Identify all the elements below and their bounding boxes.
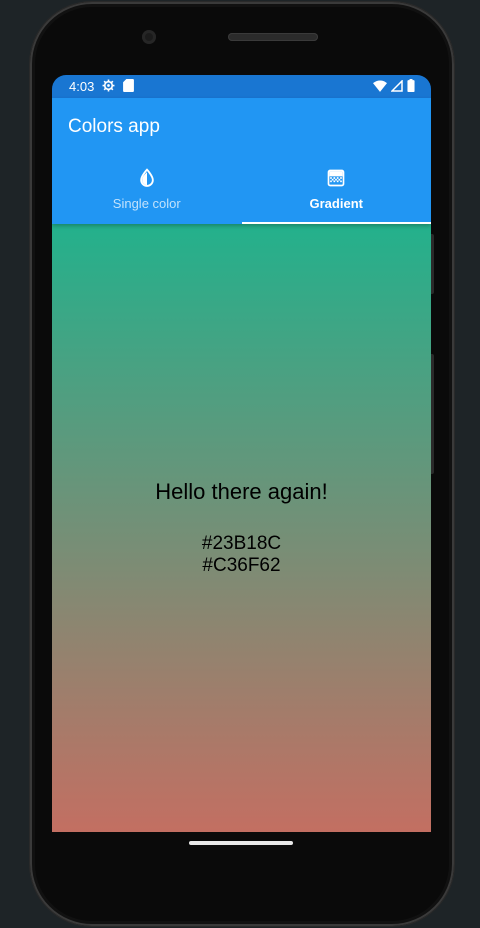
tab-gradient-label: Gradient	[309, 195, 363, 211]
water-drop-icon	[139, 167, 154, 187]
start-color-hex: #23B18C	[201, 533, 282, 554]
end-color-hex: #C36F62	[202, 555, 281, 576]
app-title: Colors app	[68, 116, 160, 137]
tab-bar: Single color Gradient	[52, 154, 431, 224]
front-camera	[142, 30, 156, 44]
settings-icon	[102, 79, 115, 92]
signal-icon	[391, 79, 403, 92]
status-time: 4:03	[69, 79, 95, 94]
gradient-panel: Hello there again! #23B18C #C36F62	[52, 224, 431, 832]
phone-screen: 4:03 Colors app Single color Gradient He…	[52, 75, 431, 832]
wifi-icon	[373, 79, 387, 92]
status-bar: 4:03	[52, 75, 431, 98]
earpiece-speaker	[228, 33, 318, 41]
battery-icon	[407, 79, 415, 92]
gradient-icon	[327, 169, 345, 186]
tab-single-color-label: Single color	[112, 195, 181, 211]
app-bar: Colors app Single color Gradient	[52, 98, 431, 224]
tab-gradient[interactable]: Gradient	[241, 154, 431, 224]
tab-indicator	[241, 222, 431, 224]
home-gesture-bar[interactable]	[189, 841, 293, 845]
sd-card-icon	[123, 79, 134, 92]
tab-single-color[interactable]: Single color	[52, 154, 242, 224]
greeting-text: Hello there again!	[155, 479, 328, 504]
